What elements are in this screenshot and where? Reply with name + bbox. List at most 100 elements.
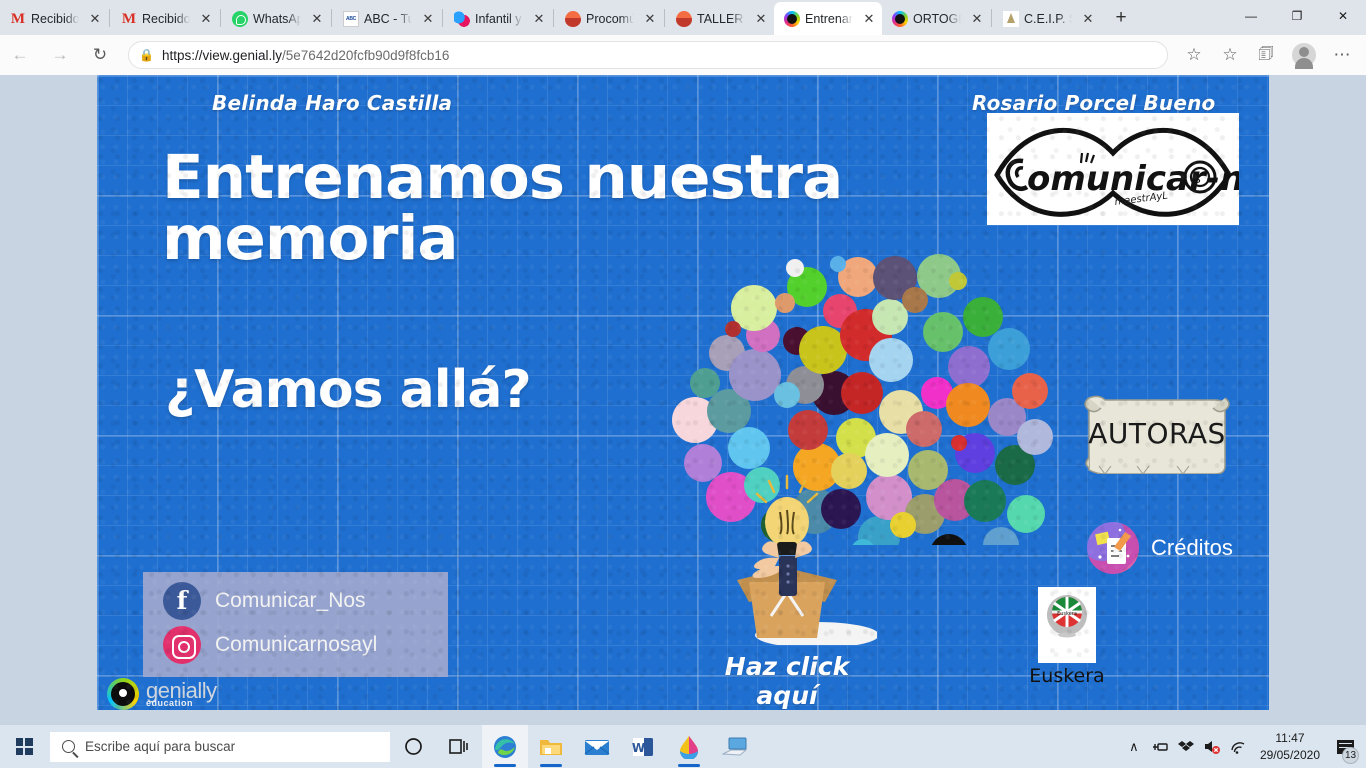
tab-separator — [664, 8, 665, 27]
show-hidden-icons-button[interactable]: ∧ — [1122, 725, 1146, 768]
close-tab-icon[interactable]: ✕ — [860, 10, 878, 28]
ceip-icon — [1003, 10, 1019, 27]
close-tab-icon[interactable]: ✕ — [641, 10, 659, 28]
windows-taskbar: Escribe aquí para buscar W ∧ 11:47 29/05… — [0, 725, 1366, 768]
url-text: https://view.genial.ly/5e7642d20fcfb90d9… — [162, 48, 449, 63]
gmail-icon — [121, 11, 137, 27]
social-links-box: Comunicar_Nos Comunicarnosayl — [143, 572, 448, 677]
address-bar[interactable]: 🔒 https://view.genial.ly/5e7642d20fcfb90… — [128, 41, 1168, 69]
browser-tab[interactable]: Procomú ✕ — [555, 2, 663, 35]
close-tab-icon[interactable]: ✕ — [197, 10, 215, 28]
creditos-button[interactable]: Créditos — [1087, 522, 1233, 574]
autoras-button[interactable]: AUTORAS — [1077, 392, 1237, 475]
add-favorite-icon[interactable]: ☆ — [1176, 39, 1212, 71]
volume-muted-icon[interactable] — [1200, 725, 1224, 768]
facebook-link[interactable]: Comunicar_Nos — [163, 582, 448, 620]
task-view-icon[interactable] — [436, 725, 482, 768]
close-tab-icon[interactable]: ✕ — [419, 10, 437, 28]
minimize-button[interactable]: — — [1228, 0, 1274, 32]
paint3d-icon — [680, 735, 698, 759]
instagram-handle: Comunicarnosayl — [215, 633, 378, 656]
lock-icon: 🔒 — [139, 48, 154, 62]
author-name-left: Belinda Haro Castilla — [212, 91, 453, 115]
autoras-label: AUTORAS — [1088, 416, 1226, 450]
usb-icon[interactable] — [1148, 725, 1172, 768]
instagram-icon — [163, 626, 201, 664]
notification-center-button[interactable]: 13 — [1330, 725, 1360, 768]
navigation-bar: ← → ↻ 🔒 https://view.genial.ly/5e7642d20… — [0, 35, 1366, 75]
windows-logo-icon — [15, 738, 33, 755]
url-host: https://view.genial.ly — [161, 47, 283, 63]
forward-icon[interactable]: → — [40, 39, 80, 71]
browser-tab[interactable]: Recibidos ✕ — [0, 2, 108, 35]
settings-more-icon[interactable]: ⋯ — [1324, 39, 1360, 71]
search-input[interactable]: Escribe aquí para buscar — [50, 731, 390, 762]
whatsapp-icon — [232, 10, 248, 27]
system-tray: ∧ 11:47 29/05/2020 13 — [1122, 725, 1366, 768]
tab-title: Entrenam — [805, 11, 855, 26]
euskera-label: Euskera — [1029, 665, 1105, 687]
browser-tab-active[interactable]: Entrenam ✕ — [774, 2, 882, 35]
tab-separator — [220, 8, 221, 27]
taskbar-paint-3d[interactable] — [666, 725, 712, 768]
subtitle: ¿Vamos allá? — [165, 360, 532, 420]
profile-avatar[interactable] — [1292, 43, 1316, 69]
browser-tab[interactable]: Recibidos ✕ — [111, 2, 219, 35]
euskera-button[interactable]: Euskera Euskera — [1017, 587, 1117, 687]
genially-watermark-text: genially education — [146, 680, 217, 708]
back-icon[interactable]: ← — [0, 39, 40, 71]
edge-icon — [494, 735, 516, 758]
close-tab-icon[interactable]: ✕ — [1079, 10, 1097, 28]
instagram-link[interactable]: Comunicarnosayl — [163, 626, 448, 664]
maximize-button[interactable]: ❐ — [1274, 0, 1320, 32]
close-tab-icon[interactable]: ✕ — [530, 10, 548, 28]
browser-tab[interactable]: WhatsAp ✕ — [222, 2, 330, 35]
lightbulb-in-box-icon — [737, 474, 879, 648]
svg-text:Euskera: Euskera — [1057, 611, 1077, 617]
window-controls: — ❐ ✕ — [1228, 0, 1366, 35]
genially-watermark[interactable]: genially education — [107, 678, 217, 710]
close-tab-icon[interactable]: ✕ — [752, 10, 770, 28]
search-icon — [62, 740, 75, 753]
notes-icon — [1087, 522, 1139, 574]
cortana-icon[interactable] — [390, 725, 436, 768]
new-tab-button[interactable]: + — [1107, 4, 1135, 32]
collections-icon[interactable]: 🗊 — [1248, 39, 1284, 71]
favorites-list-icon[interactable]: ☆ — [1212, 39, 1248, 71]
title-line-1: Entrenamos nuestra — [162, 142, 843, 213]
taskbar-microsoft-word[interactable]: W — [620, 725, 666, 768]
browser-tab[interactable]: C.E.I.P. SA ✕ — [993, 2, 1101, 35]
close-tab-icon[interactable]: ✕ — [968, 10, 986, 28]
clock[interactable]: 11:47 29/05/2020 — [1252, 730, 1328, 762]
browser-tab[interactable]: Infantil y ✕ — [444, 2, 552, 35]
close-tab-icon[interactable]: ✕ — [308, 10, 326, 28]
close-window-button[interactable]: ✕ — [1320, 0, 1366, 32]
browser-tab[interactable]: ABC ABC - Tu ✕ — [333, 2, 441, 35]
close-tab-icon[interactable]: ✕ — [86, 10, 104, 28]
tab-title: C.E.I.P. SA — [1024, 11, 1074, 26]
tab-separator — [331, 8, 332, 27]
facebook-handle: Comunicar_Nos — [215, 589, 366, 612]
tab-separator — [553, 8, 554, 27]
taskbar-microsoft-edge[interactable] — [482, 725, 528, 768]
haz-click-aqui-button[interactable]: Haz click aquí — [697, 470, 879, 710]
tab-title: Procomú — [586, 11, 636, 26]
page-viewport: Belinda Haro Castilla Rosario Porcel Bue… — [0, 75, 1366, 725]
procomun-icon — [565, 10, 581, 27]
tab-title: Recibidos — [31, 11, 81, 26]
taskbar-mail[interactable] — [574, 725, 620, 768]
taskbar-remote-desktop[interactable] — [712, 725, 758, 768]
start-button[interactable] — [0, 725, 48, 768]
browser-tab[interactable]: ORTOGR ✕ — [882, 2, 990, 35]
tab-title: ABC - Tu — [364, 11, 414, 26]
reload-icon[interactable]: ↻ — [80, 39, 120, 71]
clock-date: 29/05/2020 — [1259, 747, 1320, 762]
taskbar-file-explorer[interactable] — [528, 725, 574, 768]
wifi-icon[interactable] — [1226, 725, 1250, 768]
svg-text:s: s — [1194, 172, 1201, 187]
browser-tab[interactable]: TALLER D ✕ — [666, 2, 774, 35]
genially-slide[interactable]: Belinda Haro Castilla Rosario Porcel Bue… — [97, 75, 1269, 710]
search-placeholder: Escribe aquí para buscar — [85, 739, 236, 754]
dropbox-icon[interactable] — [1174, 725, 1198, 768]
comunicar-nos-logo: omunicar-n s maestrAyL — [987, 113, 1239, 225]
